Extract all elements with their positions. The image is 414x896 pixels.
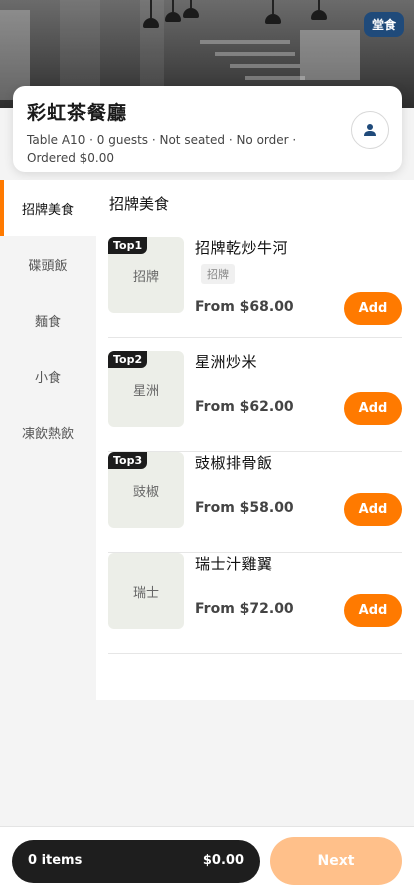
sidebar-item-rice-plates[interactable]: 碟頭飯 — [0, 236, 96, 292]
section-title: 招牌美食 — [109, 195, 170, 213]
sidebar-item-drinks[interactable]: 凍飲熱飲 — [0, 404, 96, 460]
cart-item-count: 0 items — [28, 853, 83, 868]
sidebar-item-snacks[interactable]: 小食 — [0, 348, 96, 404]
item-name: 豉椒排骨飯 — [195, 454, 273, 472]
menu-item[interactable]: 豉椒 Top3 豉椒排骨飯 From $58.00 Add — [108, 452, 402, 553]
item-thumbnail: 招牌 Top1 — [108, 237, 184, 313]
add-button[interactable]: Add — [344, 392, 402, 425]
sidebar-item-signature[interactable]: 招牌美食 — [0, 180, 96, 236]
add-button[interactable]: Add — [344, 292, 402, 325]
table-status: Table A10 · 0 guests · Not seated · No o… — [27, 133, 297, 165]
thumbnail-text: 星洲 — [132, 383, 159, 399]
item-thumbnail: 瑞士 — [108, 553, 184, 629]
category-sidebar: 招牌美食 碟頭飯 麵食 小食 凍飲熱飲 — [0, 180, 96, 700]
person-icon — [364, 124, 376, 136]
add-button[interactable]: Add — [344, 594, 402, 627]
item-thumbnail: 豉椒 Top3 — [108, 452, 184, 528]
item-name: 招牌乾炒牛河 — [195, 239, 289, 257]
thumbnail-text: 招牌 — [132, 269, 159, 285]
item-price: From $72.00 — [195, 601, 294, 617]
menu-item[interactable]: 瑞士 瑞士汁雞翼 From $72.00 Add — [108, 553, 402, 654]
menu-item[interactable]: 招牌 Top1 招牌乾炒牛河 招牌 From $68.00 Add — [108, 237, 402, 338]
restaurant-info-card: 彩虹茶餐廳 Table A10 · 0 guests · Not seated … — [13, 86, 402, 172]
thumbnail-text: 瑞士 — [132, 585, 159, 601]
item-price: From $62.00 — [195, 399, 294, 415]
menu-item[interactable]: 星洲 Top2 星洲炒米 From $62.00 Add — [108, 351, 402, 452]
menu-list: 招牌美食 招牌 Top1 招牌乾炒牛河 招牌 From $68.00 Add 星… — [96, 180, 414, 700]
sidebar-item-noodles[interactable]: 麵食 — [0, 292, 96, 348]
next-button[interactable]: Next — [270, 837, 402, 885]
item-tag: 招牌 — [201, 264, 235, 284]
cart-total: $0.00 — [202, 853, 244, 868]
rank-badge: Top3 — [108, 452, 148, 469]
restaurant-name: 彩虹茶餐廳 — [27, 102, 128, 124]
thumbnail-text: 豉椒 — [132, 484, 159, 500]
cart-summary[interactable]: 0 items $0.00 — [12, 840, 260, 883]
item-price: From $68.00 — [195, 299, 294, 315]
rank-badge: Top1 — [108, 237, 148, 254]
dine-mode-badge[interactable]: 堂食 — [363, 12, 404, 37]
item-name: 瑞士汁雞翼 — [195, 555, 273, 573]
add-button[interactable]: Add — [344, 493, 402, 526]
bottom-cart-bar: 0 items $0.00 Next — [0, 826, 414, 896]
item-price: From $58.00 — [195, 500, 294, 516]
item-name: 星洲炒米 — [195, 353, 258, 371]
profile-button[interactable] — [351, 111, 389, 149]
item-thumbnail: 星洲 Top2 — [108, 351, 184, 427]
rank-badge: Top2 — [108, 351, 148, 368]
